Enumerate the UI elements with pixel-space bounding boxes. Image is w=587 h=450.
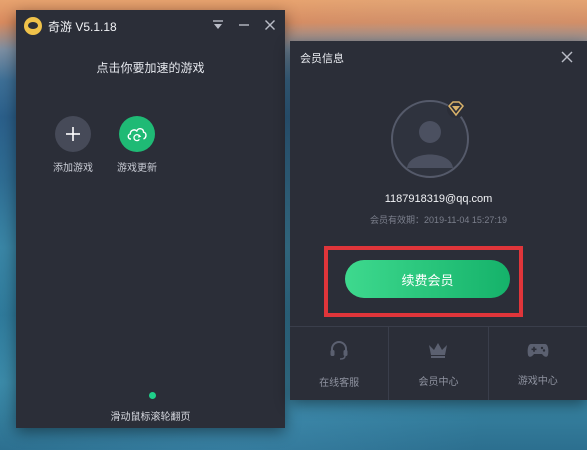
scroll-hint: 滑动鼠标滚轮翻页 bbox=[110, 412, 191, 423]
nav-game-center-label: 游戏中心 bbox=[517, 375, 558, 387]
gamepad-icon bbox=[526, 341, 550, 364]
game-tiles: 添加游戏 游戏更新 bbox=[50, 116, 285, 174]
nav-online-support-label: 在线客服 bbox=[319, 377, 360, 389]
title-bar[interactable]: 奇游 V5.1.18 bbox=[16, 10, 285, 42]
panel-title: 会员信息 bbox=[300, 53, 344, 65]
nav-online-support[interactable]: 在线客服 bbox=[290, 327, 390, 400]
member-info-panel: 会员信息 1187918319@qq.com 会员有效期：2019-11-04 … bbox=[290, 41, 587, 400]
cloud-refresh-icon bbox=[119, 116, 155, 152]
minimize-icon[interactable] bbox=[237, 18, 251, 32]
add-game-tile[interactable]: 添加游戏 bbox=[50, 116, 96, 174]
renew-membership-button[interactable]: 续费会员 bbox=[345, 260, 510, 298]
plus-icon bbox=[55, 116, 91, 152]
add-game-label: 添加游戏 bbox=[53, 163, 93, 174]
close-icon[interactable] bbox=[561, 50, 573, 68]
page-subtitle: 点击你要加速的游戏 bbox=[96, 61, 205, 75]
headset-icon bbox=[328, 339, 350, 366]
page-indicator-dot[interactable] bbox=[149, 392, 156, 399]
app-logo-icon bbox=[24, 17, 42, 35]
app-title: 奇游 V5.1.18 bbox=[48, 19, 117, 34]
membership-expiry: 会员有效期：2019-11-04 15:27:19 bbox=[370, 215, 507, 225]
main-window: 奇游 V5.1.18 点击你要加速的游戏 添加游戏 游戏更新 滑动鼠标滚轮翻页 bbox=[16, 10, 285, 428]
dropdown-menu-icon[interactable] bbox=[211, 18, 225, 32]
game-update-tile[interactable]: 游戏更新 bbox=[114, 116, 160, 174]
vip-diamond-icon bbox=[445, 98, 467, 125]
crown-icon bbox=[427, 340, 449, 365]
nav-member-center-label: 会员中心 bbox=[418, 376, 459, 388]
nav-member-center[interactable]: 会员中心 bbox=[389, 327, 489, 400]
game-update-label: 游戏更新 bbox=[117, 163, 157, 174]
nav-game-center[interactable]: 游戏中心 bbox=[489, 327, 587, 400]
close-icon[interactable] bbox=[263, 18, 277, 32]
panel-bottom-nav: 在线客服 会员中心 游戏中心 bbox=[290, 326, 587, 400]
account-email: 1187918319@qq.com bbox=[384, 193, 493, 205]
